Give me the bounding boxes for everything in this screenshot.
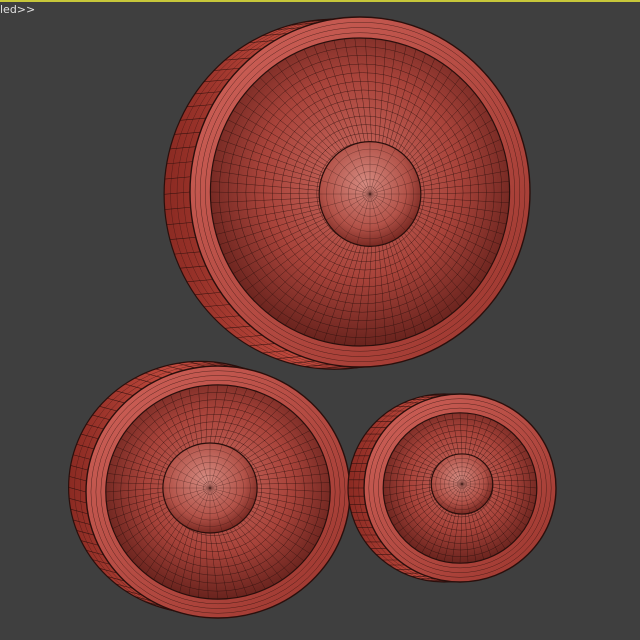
- scene-canvas[interactable]: [0, 2, 640, 640]
- small-bowl-mesh[interactable]: [347, 393, 557, 583]
- perspective-viewport[interactable]: led>>: [0, 0, 640, 640]
- large-bowl-mesh[interactable]: [163, 16, 531, 370]
- medium-bowl-mesh[interactable]: [68, 360, 351, 619]
